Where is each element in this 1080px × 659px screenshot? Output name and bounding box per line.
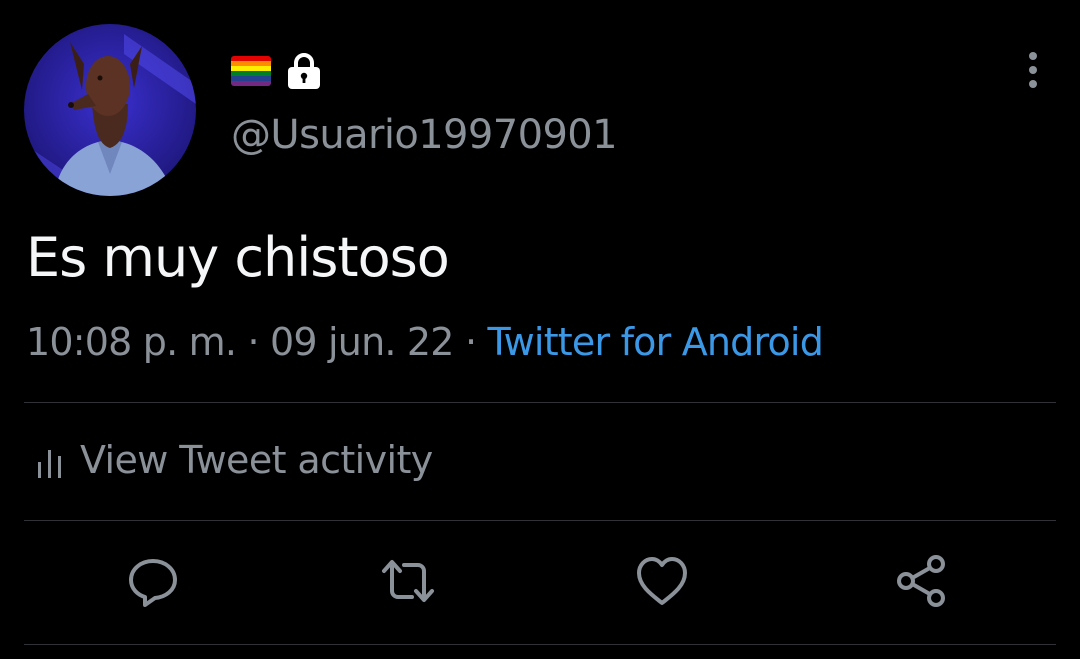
view-tweet-activity-button[interactable]: View Tweet activity [36,438,433,482]
tweet-time: 10:08 p. m. [26,320,237,364]
retweet-button[interactable] [380,553,436,609]
tweet-meta: 10:08 p. m. · 09 jun. 22 · Twitter for A… [26,320,824,364]
bar-chart-icon [38,450,61,478]
avatar[interactable] [24,24,196,196]
retweet-icon [382,560,434,602]
lock-icon [286,52,322,90]
view-tweet-activity-label: View Tweet activity [80,438,433,482]
tweet-date: 09 jun. 22 [270,320,454,364]
reply-button[interactable] [125,553,181,609]
separator: · [464,320,477,364]
reply-icon [129,559,177,607]
more-options-icon[interactable] [1018,50,1048,90]
like-button[interactable] [634,553,690,609]
user-handle[interactable]: @Usuario19970901 [231,112,618,158]
divider [24,644,1056,645]
share-icon [897,555,945,607]
divider [24,402,1056,403]
tweet-text: Es muy chistoso [26,226,450,289]
separator: · [247,320,259,364]
divider [24,520,1056,521]
share-button[interactable] [893,553,949,609]
like-icon [637,557,687,605]
rainbow-flag-icon [231,56,271,86]
tweet-source-link[interactable]: Twitter for Android [488,320,824,364]
